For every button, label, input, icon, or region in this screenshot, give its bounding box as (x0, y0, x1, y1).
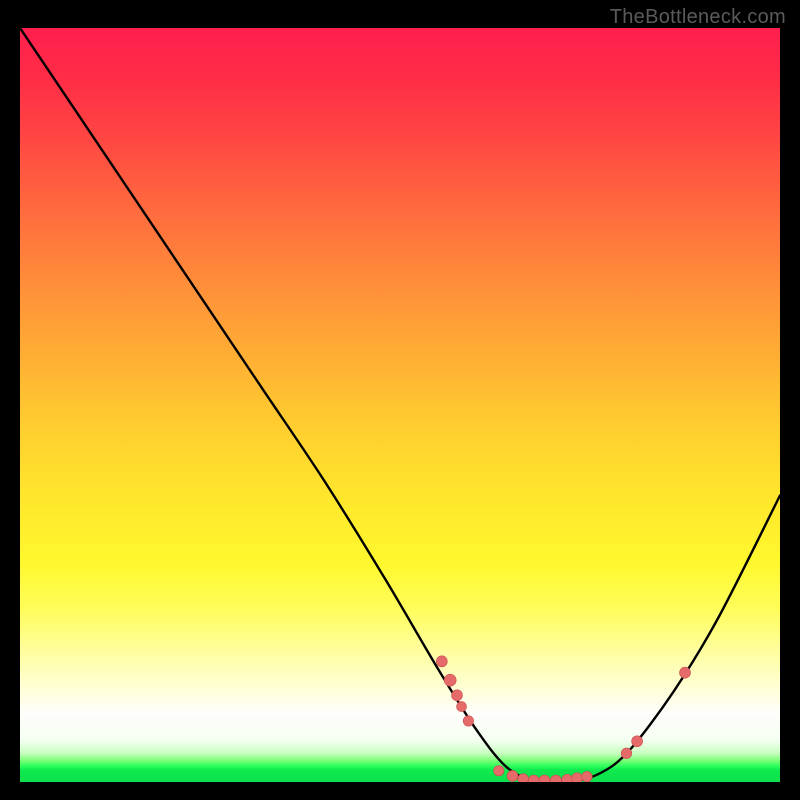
curve-markers (436, 656, 690, 782)
curve-marker (463, 716, 473, 726)
curve-marker (452, 690, 463, 701)
curve-marker (507, 770, 518, 781)
curve-marker (457, 702, 467, 712)
watermark-text: TheBottleneck.com (610, 6, 786, 29)
curve-marker (528, 775, 539, 782)
curve-marker (436, 656, 447, 667)
bottleneck-curve-svg (20, 28, 780, 782)
curve-marker (518, 774, 529, 782)
bottleneck-curve (20, 28, 780, 782)
curve-marker (562, 774, 573, 782)
curve-marker (444, 674, 456, 686)
curve-marker (621, 748, 632, 759)
curve-marker (582, 771, 593, 782)
curve-marker (632, 736, 643, 747)
chart-stage: TheBottleneck.com (0, 0, 800, 800)
curve-marker (680, 667, 691, 678)
curve-marker (494, 765, 504, 775)
plot-area (20, 28, 780, 782)
curve-marker (550, 775, 561, 782)
curve-marker (539, 775, 550, 782)
curve-marker (572, 773, 583, 782)
